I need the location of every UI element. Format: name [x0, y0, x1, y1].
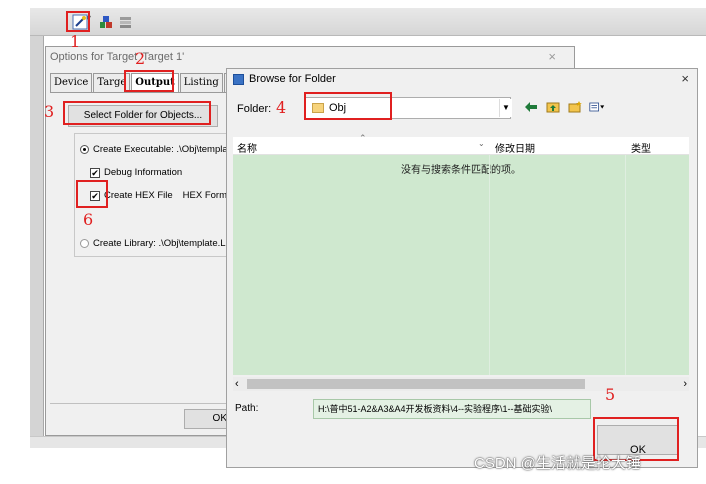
component-icon[interactable]: [96, 12, 116, 32]
create-executable-label: Create Executable: .\Obj\templat: [93, 144, 231, 155]
annotation-number-4: 4: [276, 98, 287, 117]
options-ok-button[interactable]: OK: [184, 409, 230, 429]
debug-info-label: Debug Information: [104, 167, 183, 178]
column-name[interactable]: 名称: [237, 140, 257, 155]
annotation-box-3: [63, 101, 211, 125]
annotation-number-3: 3: [44, 102, 55, 121]
empty-list-message: 没有与搜索条件匹配的项。: [401, 165, 521, 176]
path-label: Path:: [235, 403, 259, 414]
csdn-watermark: CSDN @生活就是抡大锤: [474, 455, 641, 472]
file-list[interactable]: 没有与搜索条件匹配的项。: [233, 155, 689, 375]
ide-toolbar: ▾: [30, 8, 706, 36]
new-folder-icon[interactable]: [567, 99, 583, 115]
up-folder-icon[interactable]: [545, 99, 561, 115]
sort-caret-icon: ⌃: [359, 133, 367, 143]
column-chevron-icon[interactable]: ⌄: [478, 139, 485, 148]
debug-info-checkbox[interactable]: ✔: [90, 167, 100, 178]
create-library-radio[interactable]: [80, 239, 89, 248]
browse-dialog-titlebar: Browse for Folder: [233, 73, 336, 85]
books-icon[interactable]: [116, 12, 136, 32]
annotation-box-1: [66, 11, 90, 32]
debug-info-option[interactable]: ✔ Debug Information: [90, 167, 182, 178]
browse-for-folder-dialog: Browse for Folder × Folder: Obj ▼ 名称 ⌃ ⌄…: [226, 68, 698, 468]
annotation-number-1: 1: [70, 32, 81, 51]
annotation-number-5: 5: [605, 385, 616, 404]
options-dialog-title: Options for Target 'Target 1': [50, 51, 185, 63]
options-divider: [50, 403, 230, 404]
scrollbar-thumb[interactable]: [247, 379, 585, 389]
create-hex-option[interactable]: ✔ Create HEX File HEX Format: [90, 190, 235, 201]
back-arrow-icon[interactable]: [523, 99, 539, 115]
dialog-app-icon: [233, 73, 244, 85]
column-divider: [489, 155, 490, 375]
column-type[interactable]: 类型: [631, 140, 651, 155]
annotation-number-6: 6: [83, 210, 94, 229]
ide-left-rail: [30, 36, 44, 436]
chevron-down-icon[interactable]: ▼: [499, 99, 512, 117]
create-library-option[interactable]: Create Library: .\Obj\template.LIB: [80, 238, 235, 249]
file-list-header: 名称 ⌃ ⌄ 修改日期 类型: [233, 133, 689, 155]
column-modified-date[interactable]: 修改日期: [495, 140, 535, 155]
annotation-box-4: [304, 92, 392, 120]
create-hex-label: Create HEX File: [104, 190, 173, 201]
annotation-box-6: [76, 180, 108, 208]
create-executable-radio[interactable]: [80, 145, 89, 154]
browse-close-button[interactable]: ×: [681, 71, 689, 86]
horizontal-scrollbar[interactable]: ‹ ›: [233, 377, 689, 391]
browse-nav-toolbar: [523, 99, 605, 115]
folder-label: Folder:: [237, 103, 272, 115]
tab-device[interactable]: Device: [50, 73, 93, 93]
scroll-left-icon[interactable]: ‹: [235, 377, 239, 391]
create-library-label: Create Library: .\Obj\template.LIB: [93, 238, 235, 249]
annotation-number-2: 2: [135, 49, 146, 68]
path-field[interactable]: H:\普中51-A2&A3&A4开发板资料\4--实验程序\1--基础实验\: [313, 399, 591, 419]
column-divider: [625, 155, 626, 375]
options-close-button[interactable]: ×: [548, 49, 556, 64]
view-menu-icon[interactable]: [589, 99, 605, 115]
annotation-box-2: [124, 70, 174, 92]
create-executable-option[interactable]: Create Executable: .\Obj\templat: [80, 144, 230, 155]
tab-listing[interactable]: Listing: [179, 73, 223, 93]
browse-dialog-title: Browse for Folder: [249, 73, 336, 85]
scroll-right-icon[interactable]: ›: [683, 377, 687, 391]
